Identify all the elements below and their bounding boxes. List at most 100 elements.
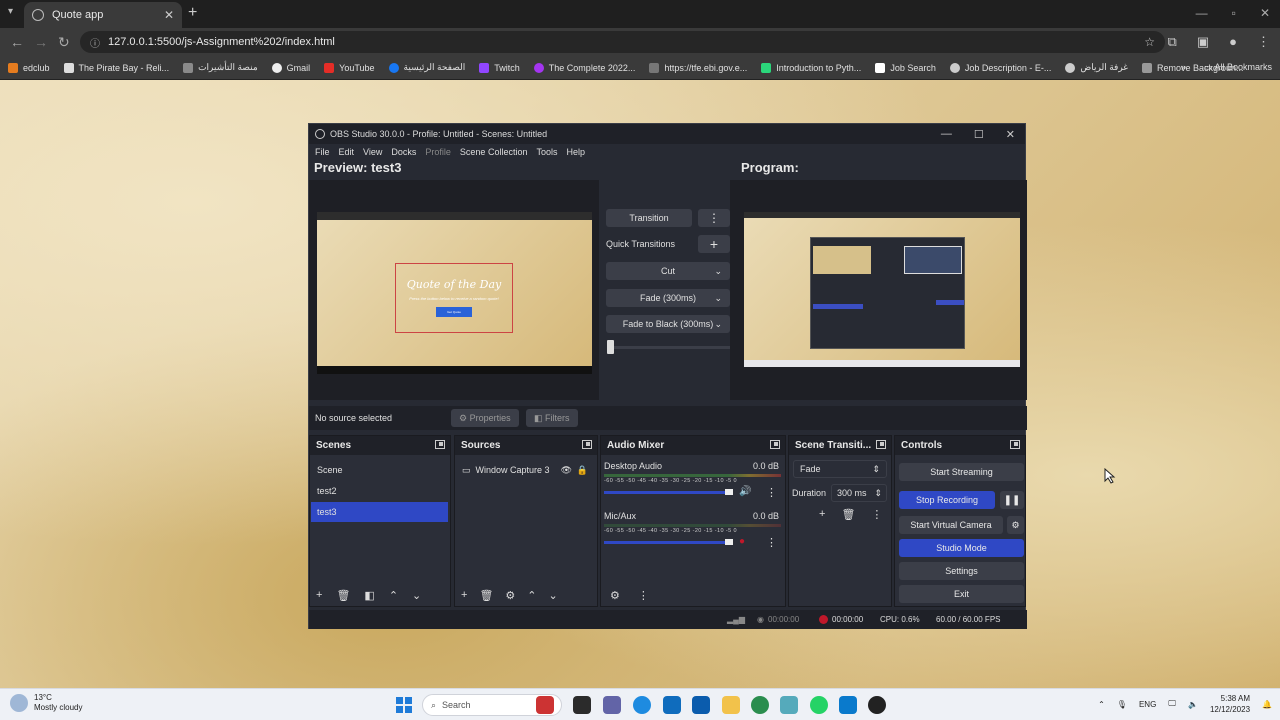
forward-icon[interactable]: → — [34, 34, 48, 50]
chevron-up-icon[interactable]: ⌃ — [1098, 700, 1105, 709]
menu-edit[interactable]: Edit — [339, 147, 355, 157]
close-icon[interactable]: ✕ — [1260, 6, 1270, 20]
mail-icon[interactable] — [663, 696, 681, 714]
virtual-camera-gear-icon[interactable]: ⚙ — [1007, 516, 1024, 534]
file-explorer-icon[interactable] — [722, 696, 740, 714]
properties-button[interactable]: ⚙ Properties — [451, 409, 519, 427]
studio-mode-button[interactable]: Studio Mode — [899, 539, 1024, 557]
preview-screen[interactable]: Quote of the Day Press the button below … — [317, 212, 592, 374]
notification-bell-icon[interactable]: 🔔 — [1262, 700, 1272, 709]
chevron-down-icon[interactable]: ⌄ — [412, 589, 421, 602]
language-indicator[interactable]: ENG — [1139, 700, 1156, 709]
transition-select[interactable]: Fade ⇕ — [793, 460, 887, 478]
menu-docks[interactable]: Docks — [391, 147, 416, 157]
preview-panel[interactable]: Quote of the Day Press the button below … — [309, 180, 599, 400]
windows-start-icon[interactable] — [396, 697, 412, 713]
sidepanel-icon[interactable]: ▣ — [1197, 34, 1209, 50]
new-tab-button[interactable]: + — [188, 4, 197, 22]
scene-item-test2[interactable]: test2 — [311, 481, 448, 501]
mic-aux-more-icon[interactable]: ⋮ — [766, 536, 777, 549]
bookmark-item[interactable]: غرفة الرياض — [1065, 62, 1128, 73]
program-panel[interactable] — [730, 180, 1027, 400]
desktop-volume-slider[interactable] — [604, 491, 729, 494]
bookmark-item[interactable]: Job Search — [875, 62, 936, 73]
reload-icon[interactable]: ↻ — [58, 34, 70, 51]
teams-icon[interactable] — [603, 696, 621, 714]
start-streaming-button[interactable]: Start Streaming — [899, 463, 1024, 481]
mic-volume-slider[interactable] — [604, 541, 729, 544]
microphone-icon[interactable]: 🎙 — [1117, 700, 1127, 709]
menu-profile[interactable]: Profile — [425, 147, 451, 157]
bookmark-item[interactable]: YouTube — [324, 62, 375, 73]
site-info-icon[interactable]: ⓘ — [90, 35, 100, 50]
trash-icon[interactable]: 🗑 — [336, 589, 350, 602]
menu-help[interactable]: Help — [566, 147, 585, 157]
back-icon[interactable]: ← — [10, 34, 24, 50]
undock-icon[interactable] — [435, 440, 445, 449]
bookmark-item[interactable]: The Pirate Bay - Reli... — [63, 62, 169, 73]
menu-scene-collection[interactable]: Scene Collection — [460, 147, 528, 157]
undock-icon[interactable] — [770, 440, 780, 449]
network-icon[interactable]: 🖵 — [1168, 699, 1176, 709]
gear-icon[interactable]: ⚙ — [505, 589, 515, 602]
undock-icon[interactable] — [876, 440, 886, 449]
exit-button[interactable]: Exit — [899, 585, 1024, 603]
app-icon[interactable] — [780, 696, 798, 714]
bookmark-item[interactable]: Gmail — [271, 62, 310, 73]
obs-taskbar-icon[interactable] — [868, 696, 886, 714]
fade-button[interactable]: Fade (300ms) ⌄ — [606, 289, 730, 307]
menu-view[interactable]: View — [363, 147, 382, 157]
whatsapp-icon[interactable] — [810, 696, 828, 714]
undock-icon[interactable] — [1010, 440, 1020, 449]
menu-tools[interactable]: Tools — [536, 147, 557, 157]
more-icon[interactable]: ⋮ — [871, 508, 882, 521]
flowers-app-icon[interactable] — [536, 696, 554, 714]
vscode-icon[interactable] — [839, 696, 857, 714]
mic-volume-knob[interactable] — [725, 539, 733, 545]
add-icon[interactable]: + — [316, 589, 322, 602]
tab-search-icon[interactable]: ▾ — [8, 6, 13, 17]
trash-icon[interactable]: 🗑 — [479, 589, 493, 602]
minimize-icon[interactable]: — — [941, 128, 952, 141]
chevron-right-icon[interactable]: » — [1181, 62, 1186, 73]
undock-icon[interactable] — [582, 440, 592, 449]
bookmark-item[interactable]: الصفحة الرئيسية — [388, 62, 465, 73]
menu-file[interactable]: File — [315, 147, 330, 157]
menu-icon[interactable]: ⋮ — [1257, 34, 1270, 50]
store-icon[interactable] — [692, 696, 710, 714]
mic-muted-icon[interactable]: ● — [739, 536, 745, 547]
add-icon[interactable]: + — [819, 508, 825, 521]
start-virtual-camera-button[interactable]: Start Virtual Camera — [899, 516, 1003, 534]
bookmark-item[interactable]: The Complete 2022... — [533, 62, 635, 73]
scene-item-test3[interactable]: test3 — [311, 502, 448, 522]
close-tab-icon[interactable]: ✕ — [164, 8, 174, 22]
speaker-icon[interactable]: 🔊 — [739, 486, 751, 497]
tbar-handle[interactable] — [607, 340, 614, 354]
browser-tab[interactable]: Quote app ✕ — [24, 2, 182, 28]
audio-settings-icon[interactable]: ⚙ — [610, 589, 620, 602]
all-bookmarks[interactable]: ▭ All Bookmarks — [1204, 62, 1272, 73]
bookmark-item[interactable]: Twitch — [479, 62, 520, 73]
eye-icon[interactable]: 👁 — [561, 465, 572, 476]
transition-more-icon[interactable]: ⋮ — [698, 209, 730, 227]
bookmark-item[interactable]: Job Description - E-... — [949, 62, 1051, 73]
chevron-up-icon[interactable]: ⌃ — [389, 589, 398, 602]
bookmark-item[interactable]: Introduction to Pyth... — [761, 62, 861, 73]
bookmark-item[interactable]: edclub — [8, 62, 50, 73]
bookmark-item[interactable]: https://tfe.ebi.gov.e... — [649, 62, 747, 73]
maximize-icon[interactable]: ▫ — [1232, 6, 1236, 20]
tbar-track[interactable] — [609, 346, 730, 349]
bookmark-star-icon[interactable]: ☆ — [1144, 35, 1155, 49]
more-icon[interactable]: ⋮ — [638, 589, 649, 602]
clock[interactable]: 5:38 AM 12/12/2023 — [1210, 693, 1250, 715]
stop-recording-button[interactable]: Stop Recording — [899, 491, 995, 509]
extensions-icon[interactable]: ⧉ — [1168, 34, 1177, 50]
pause-icon[interactable]: ❚❚ — [1000, 491, 1024, 509]
add-icon[interactable]: + — [461, 589, 467, 602]
fade-black-button[interactable]: Fade to Black (300ms) ⌄ — [606, 315, 730, 333]
minimize-icon[interactable]: — — [1196, 6, 1208, 20]
task-view-icon[interactable] — [573, 696, 591, 714]
desktop-volume-knob[interactable] — [725, 489, 733, 495]
chevron-down-icon[interactable]: ⌄ — [549, 589, 558, 602]
bookmark-item[interactable]: منصة التأشيرات — [183, 62, 258, 73]
